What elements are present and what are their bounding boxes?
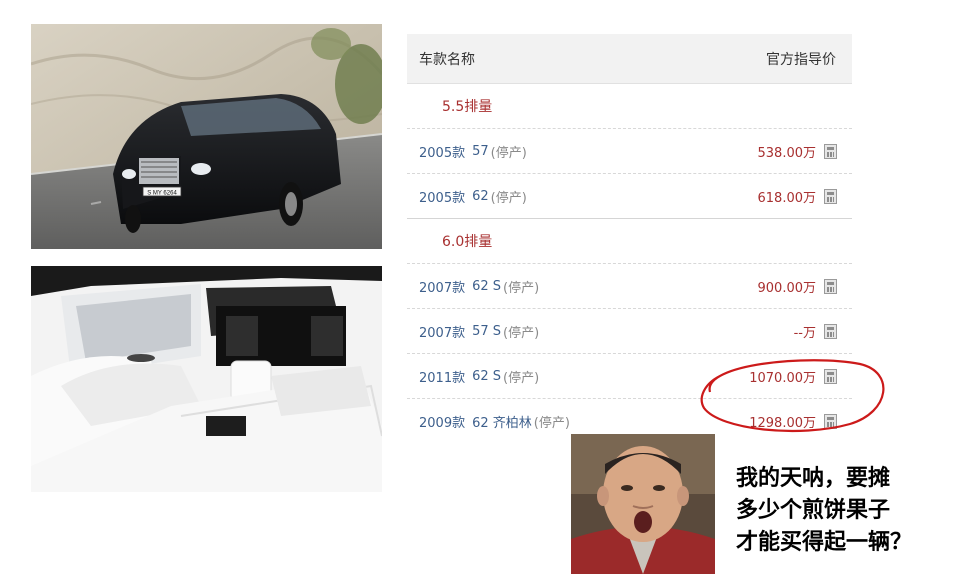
model-code[interactable]: 57 S <box>472 324 501 339</box>
meme-caption: 我的天呐，要摊 多少个煎饼果子 才能买得起一辆？ <box>736 462 951 558</box>
model-status: (停产) <box>490 145 527 161</box>
highlight-ellipse-annotation <box>700 359 885 433</box>
model-name[interactable]: 2007款 62 S (停产) <box>419 277 539 296</box>
calculator-icon[interactable] <box>824 323 837 339</box>
group-header-5-5: 5.5排量 <box>407 84 852 129</box>
model-year[interactable]: 2011款 <box>419 367 465 386</box>
model-year[interactable]: 2005款 <box>419 187 465 206</box>
price-value: 900.00万 <box>757 280 817 296</box>
table-header: 车款名称 官方指导价 <box>407 34 852 84</box>
model-name[interactable]: 2011款 62 S (停产) <box>419 367 539 386</box>
model-year[interactable]: 2005款 <box>419 142 465 161</box>
price-value: 618.00万 <box>757 190 817 206</box>
license-plate-text: S MY 6264 <box>147 191 177 197</box>
table-row[interactable]: 2005款 62 (停产) 618.00万 <box>407 174 852 219</box>
guide-price: --万 <box>794 322 837 341</box>
model-name[interactable]: 2005款 62 (停产) <box>419 187 527 206</box>
model-status: (停产) <box>503 370 540 386</box>
model-year[interactable]: 2007款 <box>419 277 465 296</box>
model-code[interactable]: 62 S <box>472 369 501 384</box>
price-value: --万 <box>793 325 816 341</box>
model-code[interactable]: 62 齐柏林 <box>472 412 532 431</box>
model-status: (停产) <box>533 416 570 431</box>
model-name[interactable]: 2005款 57 (停产) <box>419 142 527 161</box>
model-status: (停产) <box>503 325 540 341</box>
model-name[interactable]: 2009款 62 齐柏林 (停产) <box>419 412 570 431</box>
price-value: 538.00万 <box>757 145 817 161</box>
table-row[interactable]: 2005款 57 (停产) 538.00万 <box>407 129 852 174</box>
model-code[interactable]: 57 <box>472 144 489 159</box>
guide-price: 900.00万 <box>757 277 837 296</box>
model-year[interactable]: 2009款 <box>419 412 465 431</box>
guide-price: 618.00万 <box>757 187 837 206</box>
model-name[interactable]: 2007款 57 S (停产) <box>419 322 539 341</box>
model-column-header: 车款名称 <box>419 51 475 68</box>
calculator-icon[interactable] <box>824 143 837 159</box>
price-column-header: 官方指导价 <box>766 51 836 68</box>
model-code[interactable]: 62 S <box>472 279 501 294</box>
meme-face-photo <box>571 434 715 574</box>
model-code[interactable]: 62 <box>472 189 489 204</box>
calculator-icon[interactable] <box>824 188 837 204</box>
group-header-6-0: 6.0排量 <box>407 219 852 264</box>
group-label: 5.5排量 <box>442 99 493 115</box>
model-status: (停产) <box>503 280 540 296</box>
table-row[interactable]: 2007款 62 S (停产) 900.00万 <box>407 264 852 309</box>
car-exterior-photo: S MY 6264 <box>31 24 382 249</box>
caption-line-1: 我的天呐，要摊 <box>736 465 891 491</box>
caption-line-2: 多少个煎饼果子 <box>736 497 891 523</box>
group-label: 6.0排量 <box>442 234 493 250</box>
model-status: (停产) <box>490 190 527 206</box>
guide-price: 538.00万 <box>757 142 837 161</box>
model-year[interactable]: 2007款 <box>419 322 465 341</box>
calculator-icon[interactable] <box>824 278 837 294</box>
table-row[interactable]: 2007款 57 S (停产) --万 <box>407 309 852 354</box>
caption-line-3: 才能买得起一辆？ <box>736 529 913 555</box>
car-interior-photo <box>31 266 382 492</box>
